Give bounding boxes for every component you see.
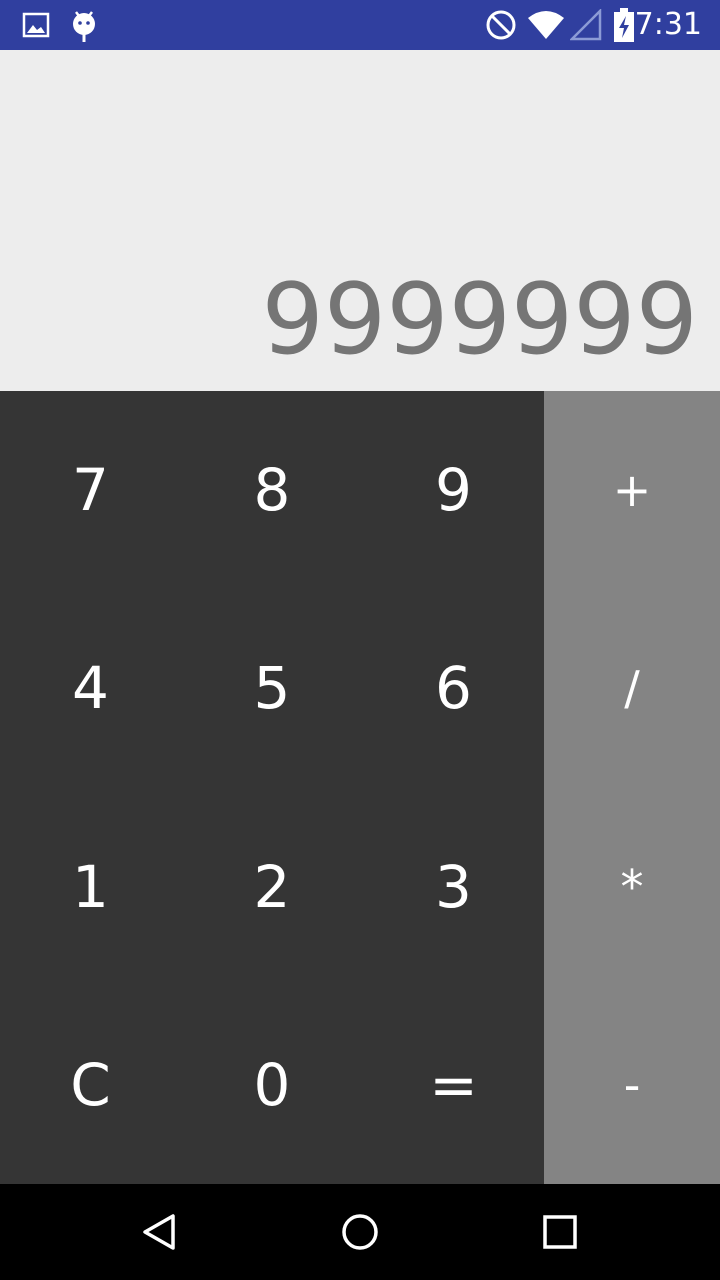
multiply-button[interactable]: *: [544, 788, 720, 986]
display-value: 9999999: [261, 263, 698, 377]
home-icon[interactable]: [310, 1184, 410, 1280]
navigation-bar: [0, 1184, 720, 1280]
do-not-disturb-icon: [485, 0, 517, 50]
key-6[interactable]: 6: [363, 589, 544, 787]
number-keypad: 7 8 9 4 5 6 1 2 3 C 0 =: [0, 391, 544, 1184]
key-8[interactable]: 8: [181, 391, 363, 589]
battery-charging-icon: [612, 0, 636, 50]
key-4[interactable]: 4: [0, 589, 181, 787]
wifi-icon: [527, 0, 565, 50]
add-button[interactable]: +: [544, 391, 720, 589]
recents-icon[interactable]: [510, 1184, 610, 1280]
operator-pad: + / * -: [544, 391, 720, 1184]
key-7[interactable]: 7: [0, 391, 181, 589]
cell-signal-icon: [570, 0, 602, 50]
gallery-icon: [22, 0, 50, 50]
key-1[interactable]: 1: [0, 788, 181, 986]
calculator-display: 9999999: [0, 50, 720, 391]
divide-button[interactable]: /: [544, 589, 720, 787]
key-0[interactable]: 0: [181, 986, 363, 1184]
status-clock: 7:31: [634, 7, 702, 42]
key-2[interactable]: 2: [181, 788, 363, 986]
back-icon[interactable]: [110, 1184, 210, 1280]
equals-button[interactable]: =: [363, 986, 544, 1184]
android-icon: [70, 0, 98, 50]
key-3[interactable]: 3: [363, 788, 544, 986]
clear-button[interactable]: C: [0, 986, 181, 1184]
status-bar: 7:31: [0, 0, 720, 50]
subtract-button[interactable]: -: [544, 986, 720, 1184]
key-5[interactable]: 5: [181, 589, 363, 787]
key-9[interactable]: 9: [363, 391, 544, 589]
